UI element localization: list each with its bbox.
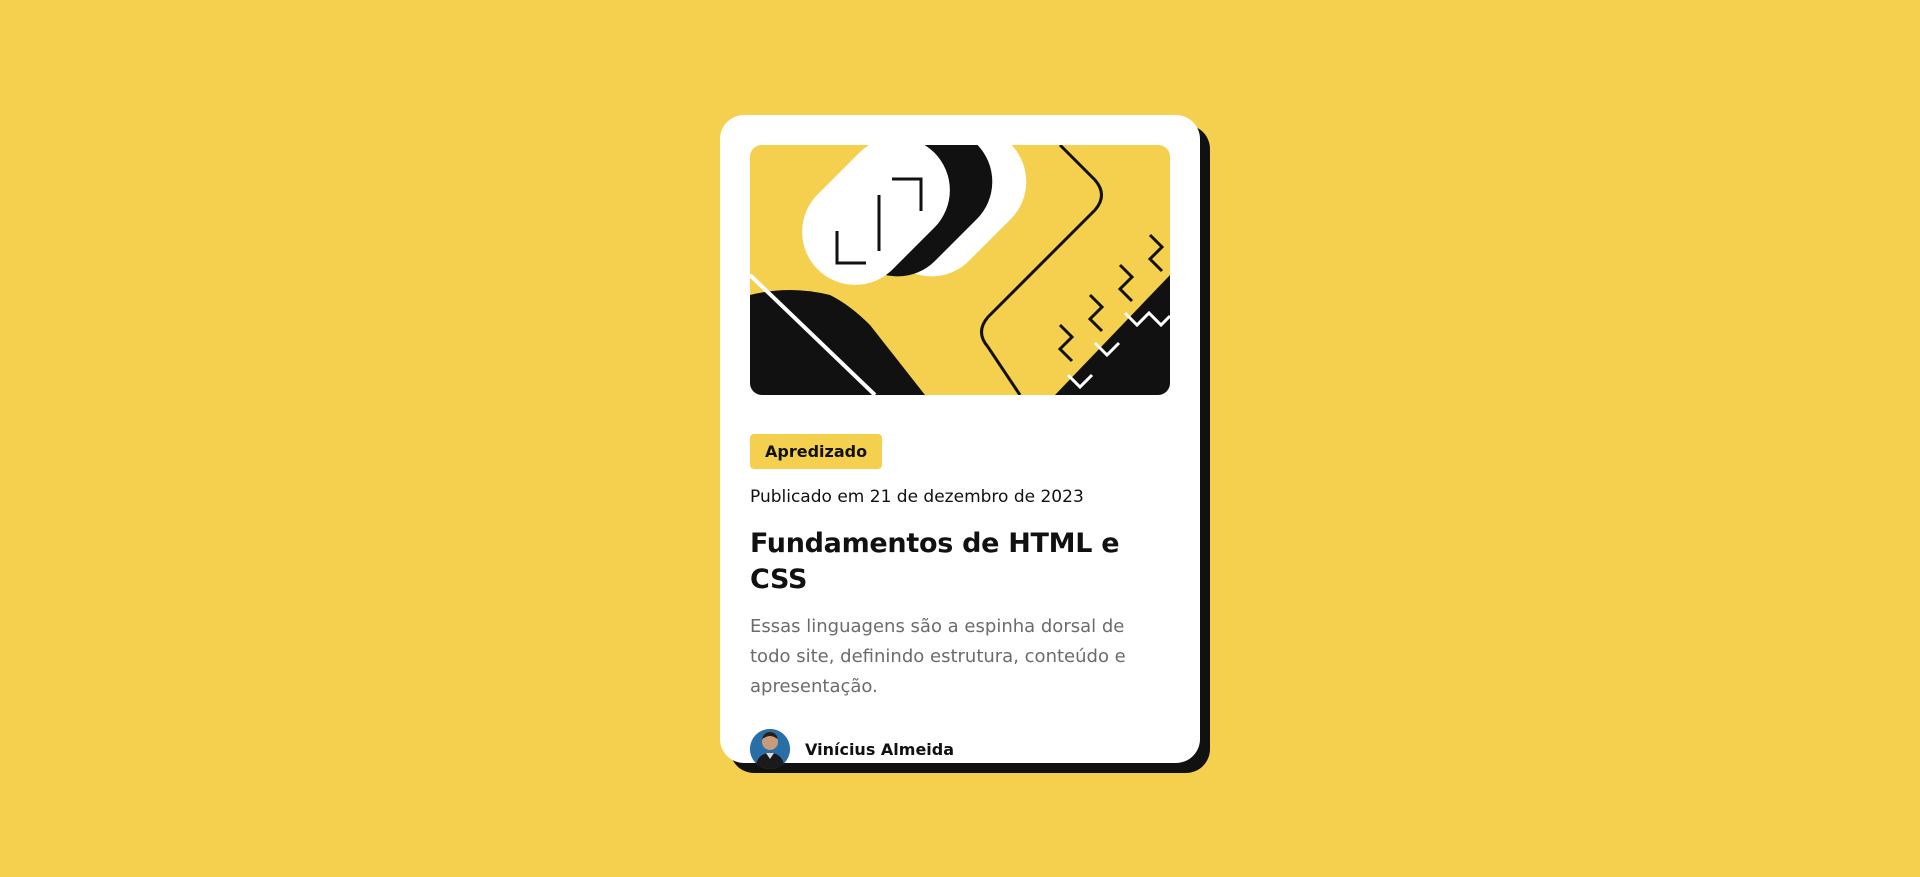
author-row: Vinícius Almeida [750, 729, 1170, 769]
published-date: Publicado em 21 de dezembro de 2023 [750, 487, 1084, 507]
author-avatar-icon [750, 729, 790, 769]
card-description: Essas linguagens são a espinha dorsal de… [750, 616, 1126, 697]
page-stage: Apredizado Publicado em 21 de dezembro d… [0, 0, 1920, 877]
avatar [750, 729, 790, 769]
author-name[interactable]: Vinícius Almeida [805, 740, 954, 759]
blog-preview-card: Apredizado Publicado em 21 de dezembro d… [720, 115, 1200, 769]
card-illustration [750, 145, 1170, 395]
card-title[interactable]: Fundamentos de HTML e CSS [750, 526, 1170, 598]
abstract-illustration-icon [750, 145, 1170, 395]
category-tag: Apredizado [750, 434, 883, 469]
